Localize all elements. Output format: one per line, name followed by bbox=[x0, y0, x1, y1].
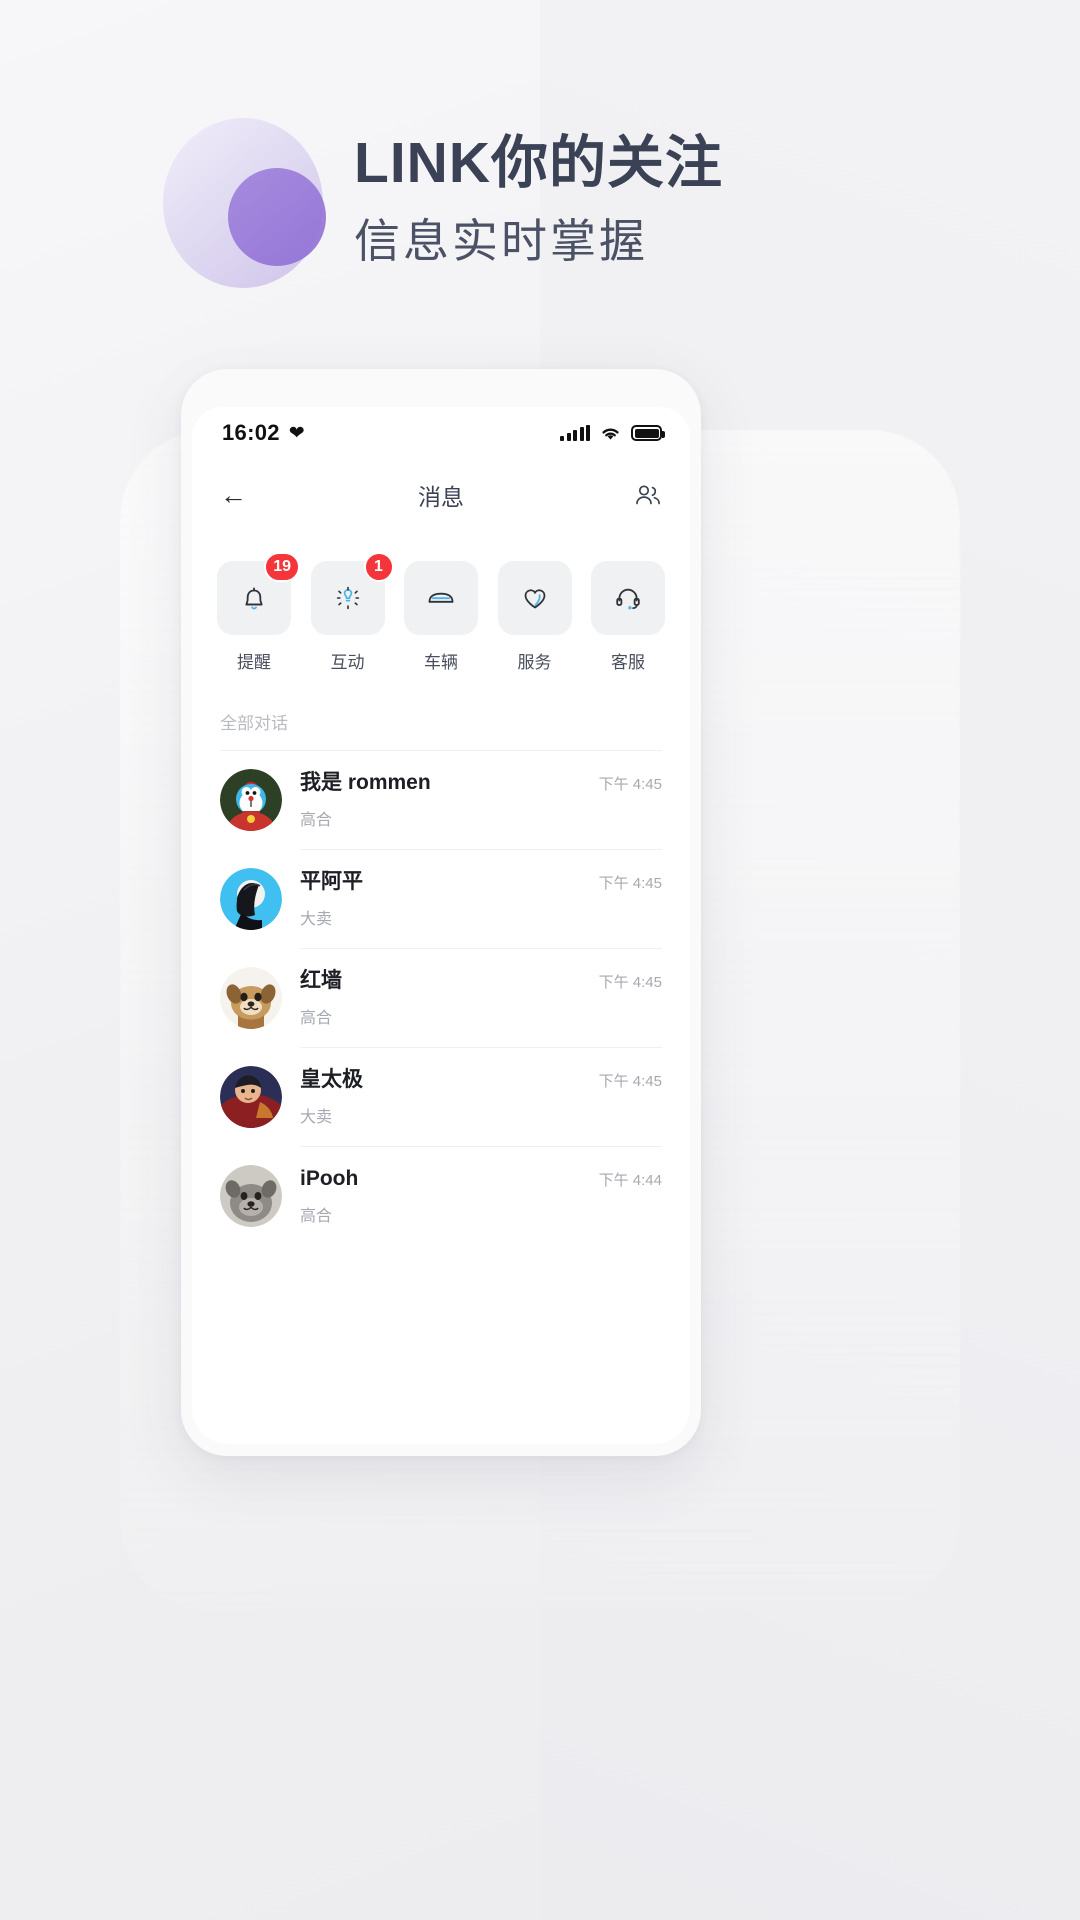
chat-item-time: 下午 4:45 bbox=[598, 974, 662, 991]
tile-customer-support[interactable]: 客服 bbox=[591, 561, 665, 673]
phone-screen: 16:02 ❤ ← 消息 19 提醒 1 互动 车辆 服务 客服 全部对话 我是… bbox=[192, 407, 690, 1444]
chat-item-text: 红墙 高合 bbox=[300, 968, 581, 1027]
tile-reminders-badge: 19 bbox=[264, 552, 300, 582]
chat-item-preview: 高合 bbox=[300, 1009, 333, 1027]
tile-service[interactable]: 服务 bbox=[497, 561, 572, 673]
bell-icon bbox=[238, 582, 270, 614]
people-icon[interactable] bbox=[634, 483, 662, 507]
back-arrow-icon[interactable]: ← bbox=[220, 481, 247, 509]
car-icon bbox=[424, 581, 458, 615]
chat-item-preview: 大卖 bbox=[300, 1108, 333, 1126]
decorative-circle-purple bbox=[228, 168, 326, 266]
chat-list-item[interactable]: 我是 rommen 高合 下午 4:45 bbox=[220, 751, 662, 849]
wifi-icon bbox=[600, 425, 621, 441]
tile-service-box[interactable] bbox=[497, 561, 572, 635]
chat-item-time: 下午 4:45 bbox=[598, 776, 662, 793]
signal-bars-icon bbox=[560, 425, 590, 441]
chat-item-name: 我是 rommen bbox=[300, 771, 431, 795]
tile-reminders-label: 提醒 bbox=[237, 653, 271, 672]
tile-vehicle[interactable]: 车辆 bbox=[404, 561, 478, 673]
chat-item-time: 下午 4:44 bbox=[598, 1172, 662, 1189]
heart-outline-icon bbox=[519, 582, 551, 614]
tile-reminders[interactable]: 19 提醒 bbox=[217, 552, 300, 673]
chat-item-time: 下午 4:45 bbox=[598, 875, 662, 892]
tile-service-label: 服务 bbox=[517, 653, 552, 672]
hero-section: LINK你的关注 信息实时掌握 bbox=[0, 0, 1080, 360]
tile-reminders-box[interactable]: 19 bbox=[217, 552, 300, 635]
chat-item-preview: 高合 bbox=[300, 1207, 333, 1225]
status-time: 16:02 bbox=[222, 420, 280, 445]
hero-subtitle: 信息实时掌握 bbox=[354, 215, 648, 267]
chat-item-name: 皇太极 bbox=[300, 1068, 363, 1092]
phone-mockup: 16:02 ❤ ← 消息 19 提醒 1 互动 车辆 服务 客服 全部对话 我是… bbox=[181, 369, 701, 1456]
tile-vehicle-box[interactable] bbox=[404, 561, 478, 635]
chat-item-time: 下午 4:45 bbox=[598, 1073, 662, 1090]
chat-list-item[interactable]: iPooh 高合 下午 4:44 bbox=[220, 1147, 662, 1245]
heart-icon: ❤ bbox=[288, 422, 305, 444]
nav-bar: ← 消息 bbox=[192, 459, 690, 531]
tile-interaction-box[interactable]: 1 bbox=[310, 552, 394, 635]
chat-list-item[interactable]: 红墙 高合 下午 4:45 bbox=[220, 949, 662, 1047]
tile-customer-support-label: 客服 bbox=[611, 653, 645, 672]
tile-vehicle-label: 车辆 bbox=[424, 653, 458, 672]
section-title-all-conversations: 全部对话 bbox=[220, 714, 288, 733]
chat-list: 我是 rommen 高合 下午 4:45 平阿平 大卖 下午 4:45 红墙 高… bbox=[192, 751, 690, 1245]
dog-avatar bbox=[220, 967, 282, 1029]
page-title: 消息 bbox=[418, 484, 464, 510]
chat-item-name: iPooh bbox=[300, 1167, 359, 1191]
chat-item-text: 皇太极 大卖 bbox=[300, 1067, 581, 1126]
chat-list-item[interactable]: 平阿平 大卖 下午 4:45 bbox=[220, 850, 662, 948]
tile-interaction[interactable]: 1 互动 bbox=[310, 552, 394, 673]
chat-item-text: 平阿平 大卖 bbox=[300, 869, 581, 928]
tile-interaction-label: 互动 bbox=[330, 653, 365, 672]
status-bar-left: 16:02 ❤ bbox=[222, 420, 305, 446]
quick-action-tiles: 19 提醒 1 互动 车辆 服务 客服 bbox=[192, 531, 690, 673]
chat-item-text: iPooh 高合 bbox=[300, 1166, 581, 1225]
blue-portrait-avatar bbox=[220, 868, 282, 930]
red-portrait-avatar bbox=[220, 1066, 282, 1128]
chat-item-name: 红墙 bbox=[300, 969, 342, 993]
chat-item-preview: 大卖 bbox=[300, 910, 333, 928]
spark-icon bbox=[332, 582, 364, 614]
battery-icon bbox=[631, 425, 665, 441]
status-bar: 16:02 ❤ bbox=[192, 407, 690, 459]
headset-icon bbox=[612, 582, 644, 614]
chat-item-text: 我是 rommen 高合 bbox=[300, 770, 581, 829]
tile-customer-support-box[interactable] bbox=[591, 561, 665, 635]
status-bar-right bbox=[560, 425, 665, 441]
chat-item-name: 平阿平 bbox=[300, 870, 363, 894]
tile-interaction-badge: 1 bbox=[363, 552, 394, 582]
doraemon-avatar bbox=[220, 769, 282, 831]
grey-dog-avatar bbox=[220, 1165, 282, 1227]
hero-title: LINK你的关注 bbox=[354, 131, 723, 195]
chat-list-item[interactable]: 皇太极 大卖 下午 4:45 bbox=[220, 1048, 662, 1146]
chat-item-preview: 高合 bbox=[300, 811, 333, 829]
